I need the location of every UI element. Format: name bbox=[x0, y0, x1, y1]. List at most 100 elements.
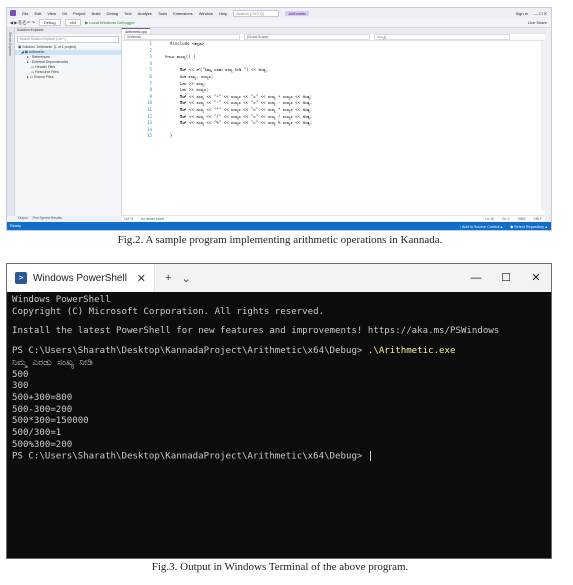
tab-windows-powershell[interactable]: > Windows PowerShell ✕ bbox=[7, 264, 155, 292]
line-number: 7 bbox=[149, 80, 152, 86]
code-line[interactable]: 14 bbox=[122, 127, 545, 134]
tab-output[interactable]: Output bbox=[18, 216, 28, 221]
windows-terminal: > Windows PowerShell ✕ + ⌄ — ☐ ✕ Windows… bbox=[6, 263, 552, 559]
line-number: 8 bbox=[149, 87, 152, 93]
chevron-down-icon[interactable]: ⌄ bbox=[181, 272, 190, 285]
text-cursor bbox=[369, 451, 371, 462]
terminal-line: Install the latest PowerShell for new fe… bbox=[12, 326, 500, 337]
menu-tools[interactable]: Tools bbox=[158, 11, 167, 16]
line-number: 14 bbox=[147, 126, 152, 132]
new-tab-icon[interactable]: + bbox=[165, 272, 171, 284]
terminal-final-prompt: PS C:\Users\Sharath\Desktop\KannadaProje… bbox=[12, 451, 546, 463]
line-number: 10 bbox=[147, 100, 152, 106]
whitespace-indicator[interactable]: TABS bbox=[518, 217, 526, 221]
menu-help[interactable]: Help bbox=[219, 11, 227, 16]
code-line[interactable]: 1 #include <ಕನ್ನಡ> bbox=[122, 41, 545, 48]
run-debugger-button[interactable]: ▶ Local Windows Debugger bbox=[85, 20, 135, 25]
output-line: 300 bbox=[12, 381, 29, 392]
code-line[interactable]: 4 bbox=[122, 61, 545, 68]
code-line[interactable]: 3 ⊟ಇಂಟ ಮುಖ್ಯ() { bbox=[122, 54, 545, 61]
rail-label[interactable]: Server Explorer bbox=[8, 32, 12, 56]
code-line[interactable]: 8 ಓದು >> ಸಂಖ್ಯ೨; bbox=[122, 87, 545, 94]
app-title: Arithmetic bbox=[285, 10, 310, 16]
code-text: ಅಂಕ ಸಂಖ್ಯ, ಸಂಖ್ಯ೨; bbox=[160, 73, 214, 79]
code-text: ಔಟ್ << ಸಂಖ್ಯ << "%" << ಸಂಖ್ಯ೨ << "=" << … bbox=[160, 120, 313, 126]
solution-search-input[interactable]: Search Solution Explorer (Ctrl+;) bbox=[17, 36, 119, 43]
line-number: 6 bbox=[149, 73, 152, 79]
terminal-line: Windows PowerShell bbox=[12, 295, 111, 305]
platform-select[interactable]: x64 bbox=[64, 19, 82, 26]
tab-find-symbol-results[interactable]: Find Symbol Results bbox=[33, 216, 62, 221]
menu-view[interactable]: View bbox=[47, 11, 56, 16]
zoom-level[interactable]: 142 % bbox=[124, 217, 133, 221]
vs-toolbar: ◀ ▶ ⎘ ⎗ ↶ ↷ Debug x64 ▶ Local Windows De… bbox=[7, 18, 551, 28]
line-number: 2 bbox=[149, 47, 152, 53]
powershell-icon: > bbox=[15, 272, 27, 284]
line-number: 3 bbox=[149, 54, 152, 60]
code-line[interactable]: 7 ಓದು >> ಸಂಖ್ಯ; bbox=[122, 81, 545, 88]
code-text: ⊟ಇಂಟ ಮುಖ್ಯ() { bbox=[160, 54, 196, 60]
editor-scrollbar[interactable] bbox=[541, 41, 545, 210]
line-number: 15 bbox=[147, 133, 152, 139]
menu-project[interactable]: Project bbox=[73, 11, 85, 16]
window-controls[interactable]: — ☐ ✕ bbox=[534, 11, 551, 16]
add-source-control-button[interactable]: ↑ Add to Source Control ▴ bbox=[459, 224, 502, 229]
issues-indicator[interactable]: No issues found bbox=[141, 217, 164, 221]
tree-label: Source Files bbox=[34, 75, 54, 79]
close-icon[interactable]: ✕ bbox=[521, 264, 551, 292]
menu-build[interactable]: Build bbox=[92, 11, 101, 16]
output-line: 500-300=200 bbox=[12, 404, 73, 415]
output-line: 500+300=800 bbox=[12, 392, 73, 403]
code-text: ಔಟ್ << ಸಂಖ್ಯ << "+" << ಸಂಖ್ಯ೨ << "=" << … bbox=[160, 93, 313, 99]
menu-debug[interactable]: Debug bbox=[106, 11, 118, 16]
code-line[interactable]: 9 ಔಟ್ << ಸಂಖ್ಯ << "+" << ಸಂಖ್ಯ೨ << "=" <… bbox=[122, 94, 545, 101]
tree-label: Header Files bbox=[35, 65, 56, 69]
prompt: PS C:\Users\Sharath\Desktop\KannadaProje… bbox=[12, 451, 368, 462]
editor-statusbar: 142 % No issues found Ln: 15 Ch: 2 TABS … bbox=[122, 215, 545, 221]
tree-label: Resource Files bbox=[35, 70, 59, 74]
solution-explorer-title: Solution Explorer bbox=[15, 28, 121, 34]
code-text: ಔಟ್ << ಸ್("ನಿಮ್ಮ ಎರಡು ಸಂಖ್ಯ ನೀಡಿ ") << ಅ… bbox=[160, 67, 269, 73]
maximize-icon[interactable]: ☐ bbox=[491, 264, 521, 292]
nav-project-select[interactable]: Arithmetic bbox=[124, 34, 240, 40]
config-select[interactable]: Debug bbox=[38, 19, 61, 26]
code-line[interactable]: 13 ಔಟ್ << ಸಂಖ್ಯ << "%" << ಸಂಖ್ಯ೨ << "=" … bbox=[122, 120, 545, 127]
toolbar-nav-icons[interactable]: ◀ ▶ ⎘ ⎗ ↶ ↷ bbox=[10, 20, 35, 25]
figure-3-caption: Fig.3. Output in Windows Terminal of the… bbox=[151, 561, 409, 573]
visual-studio-logo-icon bbox=[10, 10, 16, 16]
vs-statusbar: Ready ↑ Add to Source Control ▴ ◆ Select… bbox=[7, 222, 551, 230]
terminal-body[interactable]: Windows PowerShell Copyright (C) Microso… bbox=[7, 292, 551, 467]
code-text: } bbox=[160, 133, 173, 139]
code-line[interactable]: 2 bbox=[122, 48, 545, 55]
global-search-input[interactable]: Search (Ctrl+Q) bbox=[233, 9, 280, 17]
code-line[interactable]: 12 ಔಟ್ << ಸಂಖ್ಯ << "/" << ಸಂಖ್ಯ೨ << "=" … bbox=[122, 114, 545, 121]
code-area[interactable]: 1 #include <ಕನ್ನಡ> 2 3 ⊟ಇಂಟ ಮುಖ್ಯ() {4 5 ಔಟ… bbox=[122, 41, 545, 140]
select-repository-button[interactable]: ◆ Select Repository ▴ bbox=[510, 224, 547, 229]
nav-scope-select[interactable]: (Global Scope) bbox=[244, 34, 370, 40]
sign-in-link[interactable]: Sign in bbox=[516, 11, 528, 16]
tree-label: Arithmetic bbox=[28, 50, 45, 54]
code-line[interactable]: 11 ಔಟ್ << ಸಂಖ್ಯ << "*" << ಸಂಖ್ಯ೨ << "=" … bbox=[122, 107, 545, 114]
menu-analyze[interactable]: Analyze bbox=[138, 11, 152, 16]
code-line[interactable]: 6 ಅಂಕ ಸಂಖ್ಯ, ಸಂಖ್ಯ೨; bbox=[122, 74, 545, 81]
live-share-button[interactable]: Live Share bbox=[528, 20, 551, 25]
tree-label: Solution 'Arithmetic' (1 of 1 project) bbox=[22, 45, 77, 49]
menu-file[interactable]: File bbox=[22, 11, 28, 16]
prompt: PS C:\Users\Sharath\Desktop\KannadaProje… bbox=[12, 346, 368, 357]
left-tool-rail: Server Explorer bbox=[7, 28, 15, 216]
tree-source-files[interactable]: ▸ ▭ Source Files bbox=[15, 75, 121, 80]
menu-extensions[interactable]: Extensions bbox=[173, 11, 193, 16]
nav-member-select[interactable]: ಮುಖ್ಯ() bbox=[374, 34, 510, 40]
code-line[interactable]: 5 ಔಟ್ << ಸ್("ನಿಮ್ಮ ಎರಡು ಸಂಖ್ಯ ನೀಡಿ ") <<… bbox=[122, 67, 545, 74]
menu-window[interactable]: Window bbox=[199, 11, 213, 16]
menu-edit[interactable]: Edit bbox=[34, 11, 41, 16]
tab-close-icon[interactable]: ✕ bbox=[137, 272, 154, 285]
code-line[interactable]: 15 } bbox=[122, 133, 545, 140]
status-right: ↑ Add to Source Control ▴ ◆ Select Repos… bbox=[459, 224, 551, 229]
code-line[interactable]: 10 ಔಟ್ << ಸಂಖ್ಯ << "-" << ಸಂಖ್ಯ೨ << "=" … bbox=[122, 100, 545, 107]
menu-test[interactable]: Test bbox=[124, 11, 131, 16]
menu-git[interactable]: Git bbox=[62, 11, 67, 16]
minimize-icon[interactable]: — bbox=[461, 264, 491, 292]
code-text: ಔಟ್ << ಸಂಖ್ಯ << "-" << ಸಂಖ್ಯ೨ << "=" << … bbox=[160, 100, 313, 106]
eol-indicator[interactable]: CRLF bbox=[534, 217, 545, 221]
